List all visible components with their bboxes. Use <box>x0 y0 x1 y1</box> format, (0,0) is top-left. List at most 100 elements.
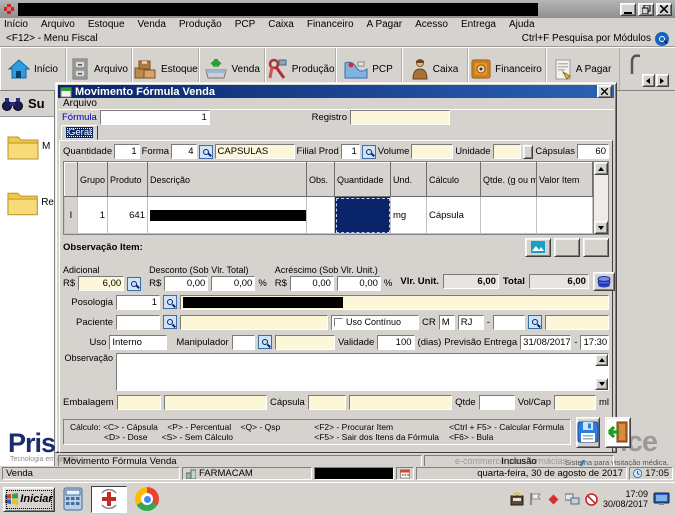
observacao-textarea[interactable] <box>116 353 609 391</box>
cr-lookup-button[interactable] <box>528 315 542 329</box>
scroll-up-icon[interactable] <box>594 162 608 175</box>
uso-continuo-box[interactable]: Uso Contínuo <box>331 315 419 330</box>
cell-und[interactable]: mg <box>391 197 427 234</box>
cell-grupo[interactable]: 1 <box>78 197 108 234</box>
tray-diamond-icon[interactable] <box>547 493 560 506</box>
posologia-field[interactable]: 1 <box>116 295 160 310</box>
posologia-lookup-button[interactable] <box>163 295 177 309</box>
desconto-pct-field[interactable]: 0,00 <box>211 276 255 291</box>
cell-qtde[interactable] <box>481 197 537 234</box>
acrescimo-pct-field[interactable]: 0,00 <box>337 276 381 291</box>
manipulador-field[interactable] <box>232 335 255 350</box>
obs-scroll-up-icon[interactable] <box>595 354 608 366</box>
menu-financeiro[interactable]: Financeiro <box>307 19 354 30</box>
filial-lookup-button[interactable] <box>362 145 376 159</box>
quantidade-field[interactable]: 1 <box>114 144 139 159</box>
cell-descricao[interactable] <box>148 197 307 234</box>
sidebar-folder-1[interactable]: M <box>6 131 54 161</box>
filial-prod-field[interactable]: 1 <box>341 144 360 159</box>
menu-pcp[interactable]: PCP <box>235 19 256 30</box>
blank-button-1[interactable] <box>554 238 580 257</box>
tray-clock[interactable]: 17:09 30/08/2017 <box>603 489 648 509</box>
volume-field[interactable] <box>411 144 453 159</box>
scroll-down-icon[interactable] <box>594 221 608 234</box>
calculator-icon[interactable] <box>63 487 83 511</box>
desconto-valor-field[interactable]: 0,00 <box>164 276 208 291</box>
cr-uf-field[interactable]: RJ <box>458 315 484 330</box>
close-button[interactable] <box>656 3 672 16</box>
search-circle-icon[interactable] <box>655 32 669 46</box>
col-produto[interactable]: Produto <box>108 163 148 197</box>
sidebar-folder-2[interactable]: Re <box>6 187 54 217</box>
col-obs[interactable]: Obs. <box>307 163 335 197</box>
paciente-lookup-button[interactable] <box>163 315 177 329</box>
unidade-field[interactable] <box>493 144 522 159</box>
dialog-menu-arquivo[interactable]: Arquivo <box>63 98 97 109</box>
col-descricao[interactable]: Descrição <box>148 163 307 197</box>
chrome-icon[interactable] <box>135 487 159 511</box>
cell-produto[interactable]: 641 <box>108 197 148 234</box>
restore-button[interactable] <box>638 3 654 16</box>
menu-caixa[interactable]: Caixa <box>268 19 294 30</box>
col-qtde[interactable]: Qtde. (g ou ml) <box>481 163 537 197</box>
status-calendar[interactable] <box>396 467 414 480</box>
forma-field[interactable]: 4 <box>171 144 196 159</box>
validade-field[interactable]: 100 <box>377 335 414 350</box>
tray-network-icon[interactable] <box>565 493 580 506</box>
col-grupo[interactable]: Grupo <box>78 163 108 197</box>
toolbar-scroll-left[interactable] <box>642 74 655 87</box>
uso-field[interactable]: Interno <box>109 335 167 350</box>
formula-field[interactable]: 1 <box>100 110 210 125</box>
start-button[interactable]: Iniciar <box>3 487 55 512</box>
exit-button[interactable] <box>605 417 631 448</box>
tray-flag-icon[interactable] <box>529 492 542 506</box>
adicional-lookup-button[interactable] <box>127 277 141 291</box>
capsulas-field[interactable]: 60 <box>577 144 609 159</box>
manipulador-lookup-button[interactable] <box>258 335 272 349</box>
toolbar-scroll-right[interactable] <box>656 74 669 87</box>
blank-button-2[interactable] <box>583 238 609 257</box>
item-row[interactable]: I 1 641 mg Cápsula <box>65 197 593 234</box>
tray-monitor-icon[interactable] <box>653 492 670 506</box>
menu-inicio[interactable]: Início <box>4 19 28 30</box>
embalagem-cod-field[interactable] <box>117 395 161 410</box>
active-task-button[interactable] <box>91 486 127 513</box>
menu-entrega[interactable]: Entrega <box>461 19 496 30</box>
col-sel[interactable] <box>65 163 78 197</box>
col-und[interactable]: Und. <box>391 163 427 197</box>
image-button[interactable] <box>525 238 551 257</box>
menu-arquivo[interactable]: Arquivo <box>41 19 75 30</box>
cell-calculo[interactable]: Cápsula <box>427 197 481 234</box>
menu-a-pagar[interactable]: A Pagar <box>367 19 403 30</box>
money-button[interactable] <box>593 272 615 291</box>
adicional-field[interactable]: 6,00 <box>78 276 124 291</box>
unidade-button[interactable] <box>523 145 533 159</box>
cr-tipo-field[interactable]: M <box>439 315 455 330</box>
uso-continuo-checkbox[interactable] <box>334 318 343 327</box>
dialog-close-button[interactable] <box>597 85 612 98</box>
previsao-data-field[interactable]: 31/08/2017 <box>520 335 571 350</box>
cr-num-field[interactable] <box>493 315 525 330</box>
capsula-cod-field[interactable] <box>308 395 346 410</box>
menu-venda[interactable]: Venda <box>138 19 166 30</box>
cell-quantidade-selected[interactable] <box>335 197 391 234</box>
tab-geral[interactable]: Geral <box>61 125 98 140</box>
cell-valor-item[interactable] <box>537 197 593 234</box>
volcap-field[interactable] <box>554 395 596 410</box>
tray-blocked-icon[interactable] <box>585 493 598 506</box>
menu-acesso[interactable]: Acesso <box>415 19 448 30</box>
forma-lookup-button[interactable] <box>199 145 213 159</box>
save-button[interactable] <box>576 417 600 448</box>
registro-field[interactable] <box>350 110 450 125</box>
items-scrollbar[interactable] <box>593 162 608 234</box>
previsao-hora-field[interactable]: 17:30 <box>580 335 609 350</box>
qtde-field[interactable] <box>479 395 515 410</box>
obs-scroll-down-icon[interactable] <box>595 378 608 390</box>
minimize-button[interactable] <box>620 3 636 16</box>
paciente-field[interactable] <box>116 315 160 330</box>
col-calculo[interactable]: Cálculo <box>427 163 481 197</box>
cell-obs[interactable] <box>307 197 335 234</box>
acrescimo-valor-field[interactable]: 0,00 <box>290 276 334 291</box>
menu-estoque[interactable]: Estoque <box>88 19 125 30</box>
dialog-titlebar[interactable]: Movimento Fórmula Venda <box>58 85 614 98</box>
